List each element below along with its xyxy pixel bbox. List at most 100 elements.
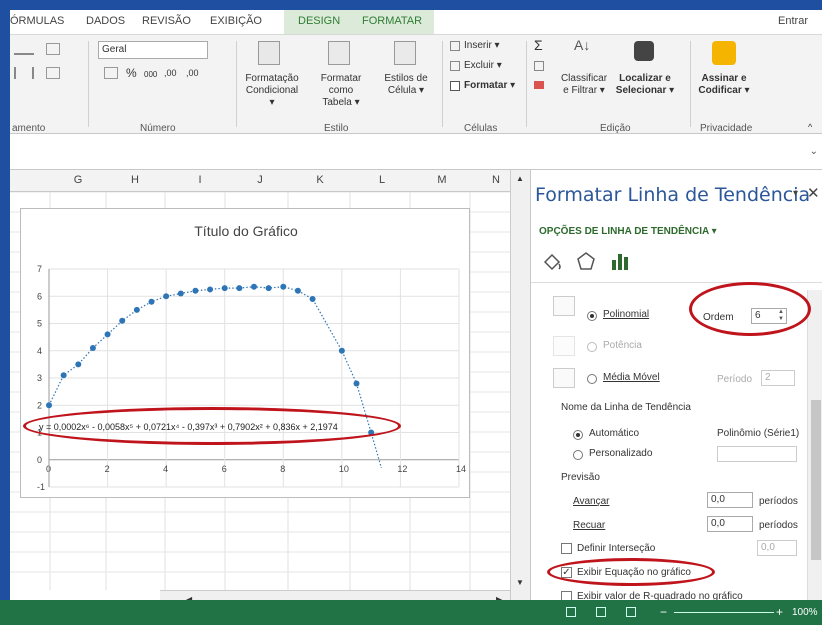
sign-encrypt-button[interactable]: Assinar e Codificar ▾ [696, 73, 752, 97]
sort-filter-button[interactable]: Classificar e Filtrar ▾ [556, 73, 612, 97]
sign-encrypt-icon[interactable] [712, 41, 736, 65]
col-header-g[interactable]: G [68, 174, 88, 186]
col-header-h[interactable]: H [125, 174, 145, 186]
page-layout-icon[interactable] [596, 607, 606, 617]
merge-icon[interactable] [46, 67, 60, 79]
delete-button[interactable]: Excluir ▾ [464, 60, 502, 72]
tab-formulas[interactable]: ÓRMULAS [10, 15, 64, 27]
col-header-l[interactable]: L [372, 174, 392, 186]
tab-design[interactable]: DESIGN [298, 15, 340, 27]
x-tick-label: 4 [163, 464, 168, 474]
collapse-ribbon-icon[interactable]: ^ [808, 121, 812, 133]
periodo-input[interactable]: 2 [761, 370, 795, 386]
chart[interactable]: -10123456702468101214 Título do Gráfico … [20, 208, 470, 498]
expand-formula-bar-icon[interactable]: ⌄ [810, 146, 818, 157]
insert-button[interactable]: Inserir ▾ [464, 40, 500, 52]
tab-revisao[interactable]: REVISÃO [142, 15, 191, 27]
col-header-k[interactable]: K [310, 174, 330, 186]
normal-view-icon[interactable] [566, 607, 576, 617]
avancar-input[interactable]: 0,0 [707, 492, 753, 508]
automatico-radio[interactable] [573, 430, 583, 440]
find-line2: Selecionar ▾ [615, 85, 675, 96]
recuar-input[interactable]: 0,0 [707, 516, 753, 532]
tab-dados[interactable]: DADOS [86, 15, 125, 27]
worksheet[interactable]: G H I J K L M N ▲ ▼ ◀ ▶ -101234567024681… [10, 170, 530, 610]
format-trendline-pane: Formatar Linha de Tendência ▾ ✕ OPÇÕES D… [530, 170, 822, 610]
custom-name-input[interactable] [717, 446, 797, 462]
wrap-icon[interactable] [46, 43, 60, 55]
increase-decimal-icon[interactable]: ,00 [164, 67, 177, 79]
format-table-icon[interactable] [328, 41, 350, 65]
media-movel-radio[interactable] [587, 374, 597, 384]
zoom-slider[interactable] [674, 612, 774, 613]
y-tick-label: 7 [37, 264, 42, 274]
zoom-in-icon[interactable]: + [776, 605, 783, 619]
data-point [119, 317, 126, 324]
chart-title[interactable]: Título do Gráfico [21, 223, 471, 239]
cell-styles-icon[interactable] [394, 41, 416, 65]
effects-icon[interactable] [575, 250, 599, 274]
excel-window: ÓRMULAS DADOS REVISÃO EXIBIÇÃO DESIGN FO… [10, 10, 822, 610]
col-header-i[interactable]: I [190, 174, 210, 186]
format-as-table-button[interactable]: Formatar como Tabela ▾ [308, 73, 374, 109]
autosum-icon[interactable]: Σ [534, 38, 543, 52]
zoom-level[interactable]: 100% [792, 607, 818, 618]
recuar-value: 0,0 [711, 518, 725, 529]
number-format-select[interactable]: Geral [98, 41, 208, 59]
close-icon[interactable]: ✕ [807, 184, 820, 202]
fill-line-icon[interactable] [541, 250, 565, 274]
ribbon: amento Geral % 000 ,00 ,00 Número Format… [10, 34, 822, 134]
format-cells-icon[interactable] [450, 81, 460, 91]
polinomial-label: Polinomial [603, 309, 650, 320]
trendline-options-menu[interactable]: OPÇÕES DE LINHA DE TENDÊNCIA ▾ [539, 226, 717, 237]
page-break-icon[interactable] [626, 607, 636, 617]
sign-in-link[interactable]: Entrar [778, 15, 808, 27]
polinomial-radio[interactable] [587, 311, 597, 321]
conditional-format-button[interactable]: Formatação Condicional ▾ [242, 73, 302, 109]
conditional-format-icon[interactable] [258, 41, 280, 65]
polynomial-trend-icon [553, 296, 575, 316]
pane-scroll-thumb[interactable] [811, 400, 821, 560]
tab-exibicao[interactable]: EXIBIÇÃO [210, 15, 262, 27]
col-header-m[interactable]: M [432, 174, 452, 186]
potencia-radio[interactable] [587, 342, 597, 352]
clear-icon[interactable] [534, 81, 544, 89]
data-point [104, 331, 111, 338]
percent-icon[interactable]: % [126, 67, 137, 79]
tab-formatar[interactable]: FORMATAR [362, 15, 422, 27]
delete-cells-icon[interactable] [450, 61, 460, 71]
y-tick-label: 0 [37, 455, 42, 465]
cell-styles-line2: Célula ▾ [387, 85, 425, 96]
orientation-icon[interactable] [14, 43, 34, 55]
insert-cells-icon[interactable] [450, 41, 460, 51]
format-button[interactable]: Formatar ▾ [464, 80, 515, 92]
cell-styles-button[interactable]: Estilos de Célula ▾ [380, 73, 432, 97]
media-movel-label: Média Móvel [603, 372, 660, 383]
sort-line2: e Filtrar ▾ [563, 85, 605, 96]
col-header-j[interactable]: J [250, 174, 270, 186]
set-intercept-checkbox[interactable] [561, 543, 572, 554]
scroll-up-icon[interactable]: ▲ [516, 174, 524, 183]
data-point [133, 306, 140, 313]
intercept-input[interactable]: 0,0 [757, 540, 797, 556]
series-options-icon[interactable] [609, 250, 633, 274]
zoom-out-icon[interactable]: − [660, 605, 667, 619]
sheet-vertical-scrollbar[interactable]: ▲ ▼ [510, 170, 530, 610]
binoculars-icon[interactable] [634, 41, 654, 61]
decrease-decimal-icon[interactable]: ,00 [186, 67, 199, 79]
col-header-n[interactable]: N [486, 174, 506, 186]
indent-icon[interactable] [14, 67, 34, 79]
thousands-icon[interactable]: 000 [144, 69, 157, 81]
scroll-down-icon[interactable]: ▼ [516, 578, 524, 587]
pane-scrollbar[interactable] [807, 290, 822, 610]
pane-options-dropdown-icon[interactable]: ▾ [793, 188, 798, 199]
find-select-button[interactable]: Localizar e Selecionar ▾ [612, 73, 678, 97]
find-line1: Localizar e [619, 73, 671, 84]
data-point [265, 285, 272, 292]
personalizado-radio[interactable] [573, 450, 583, 460]
fill-icon[interactable] [534, 61, 544, 71]
power-trend-icon [553, 336, 575, 356]
sort-filter-icon[interactable]: A↓ [574, 38, 590, 52]
currency-icon[interactable] [104, 67, 118, 79]
equation-highlight-oval [23, 407, 401, 445]
